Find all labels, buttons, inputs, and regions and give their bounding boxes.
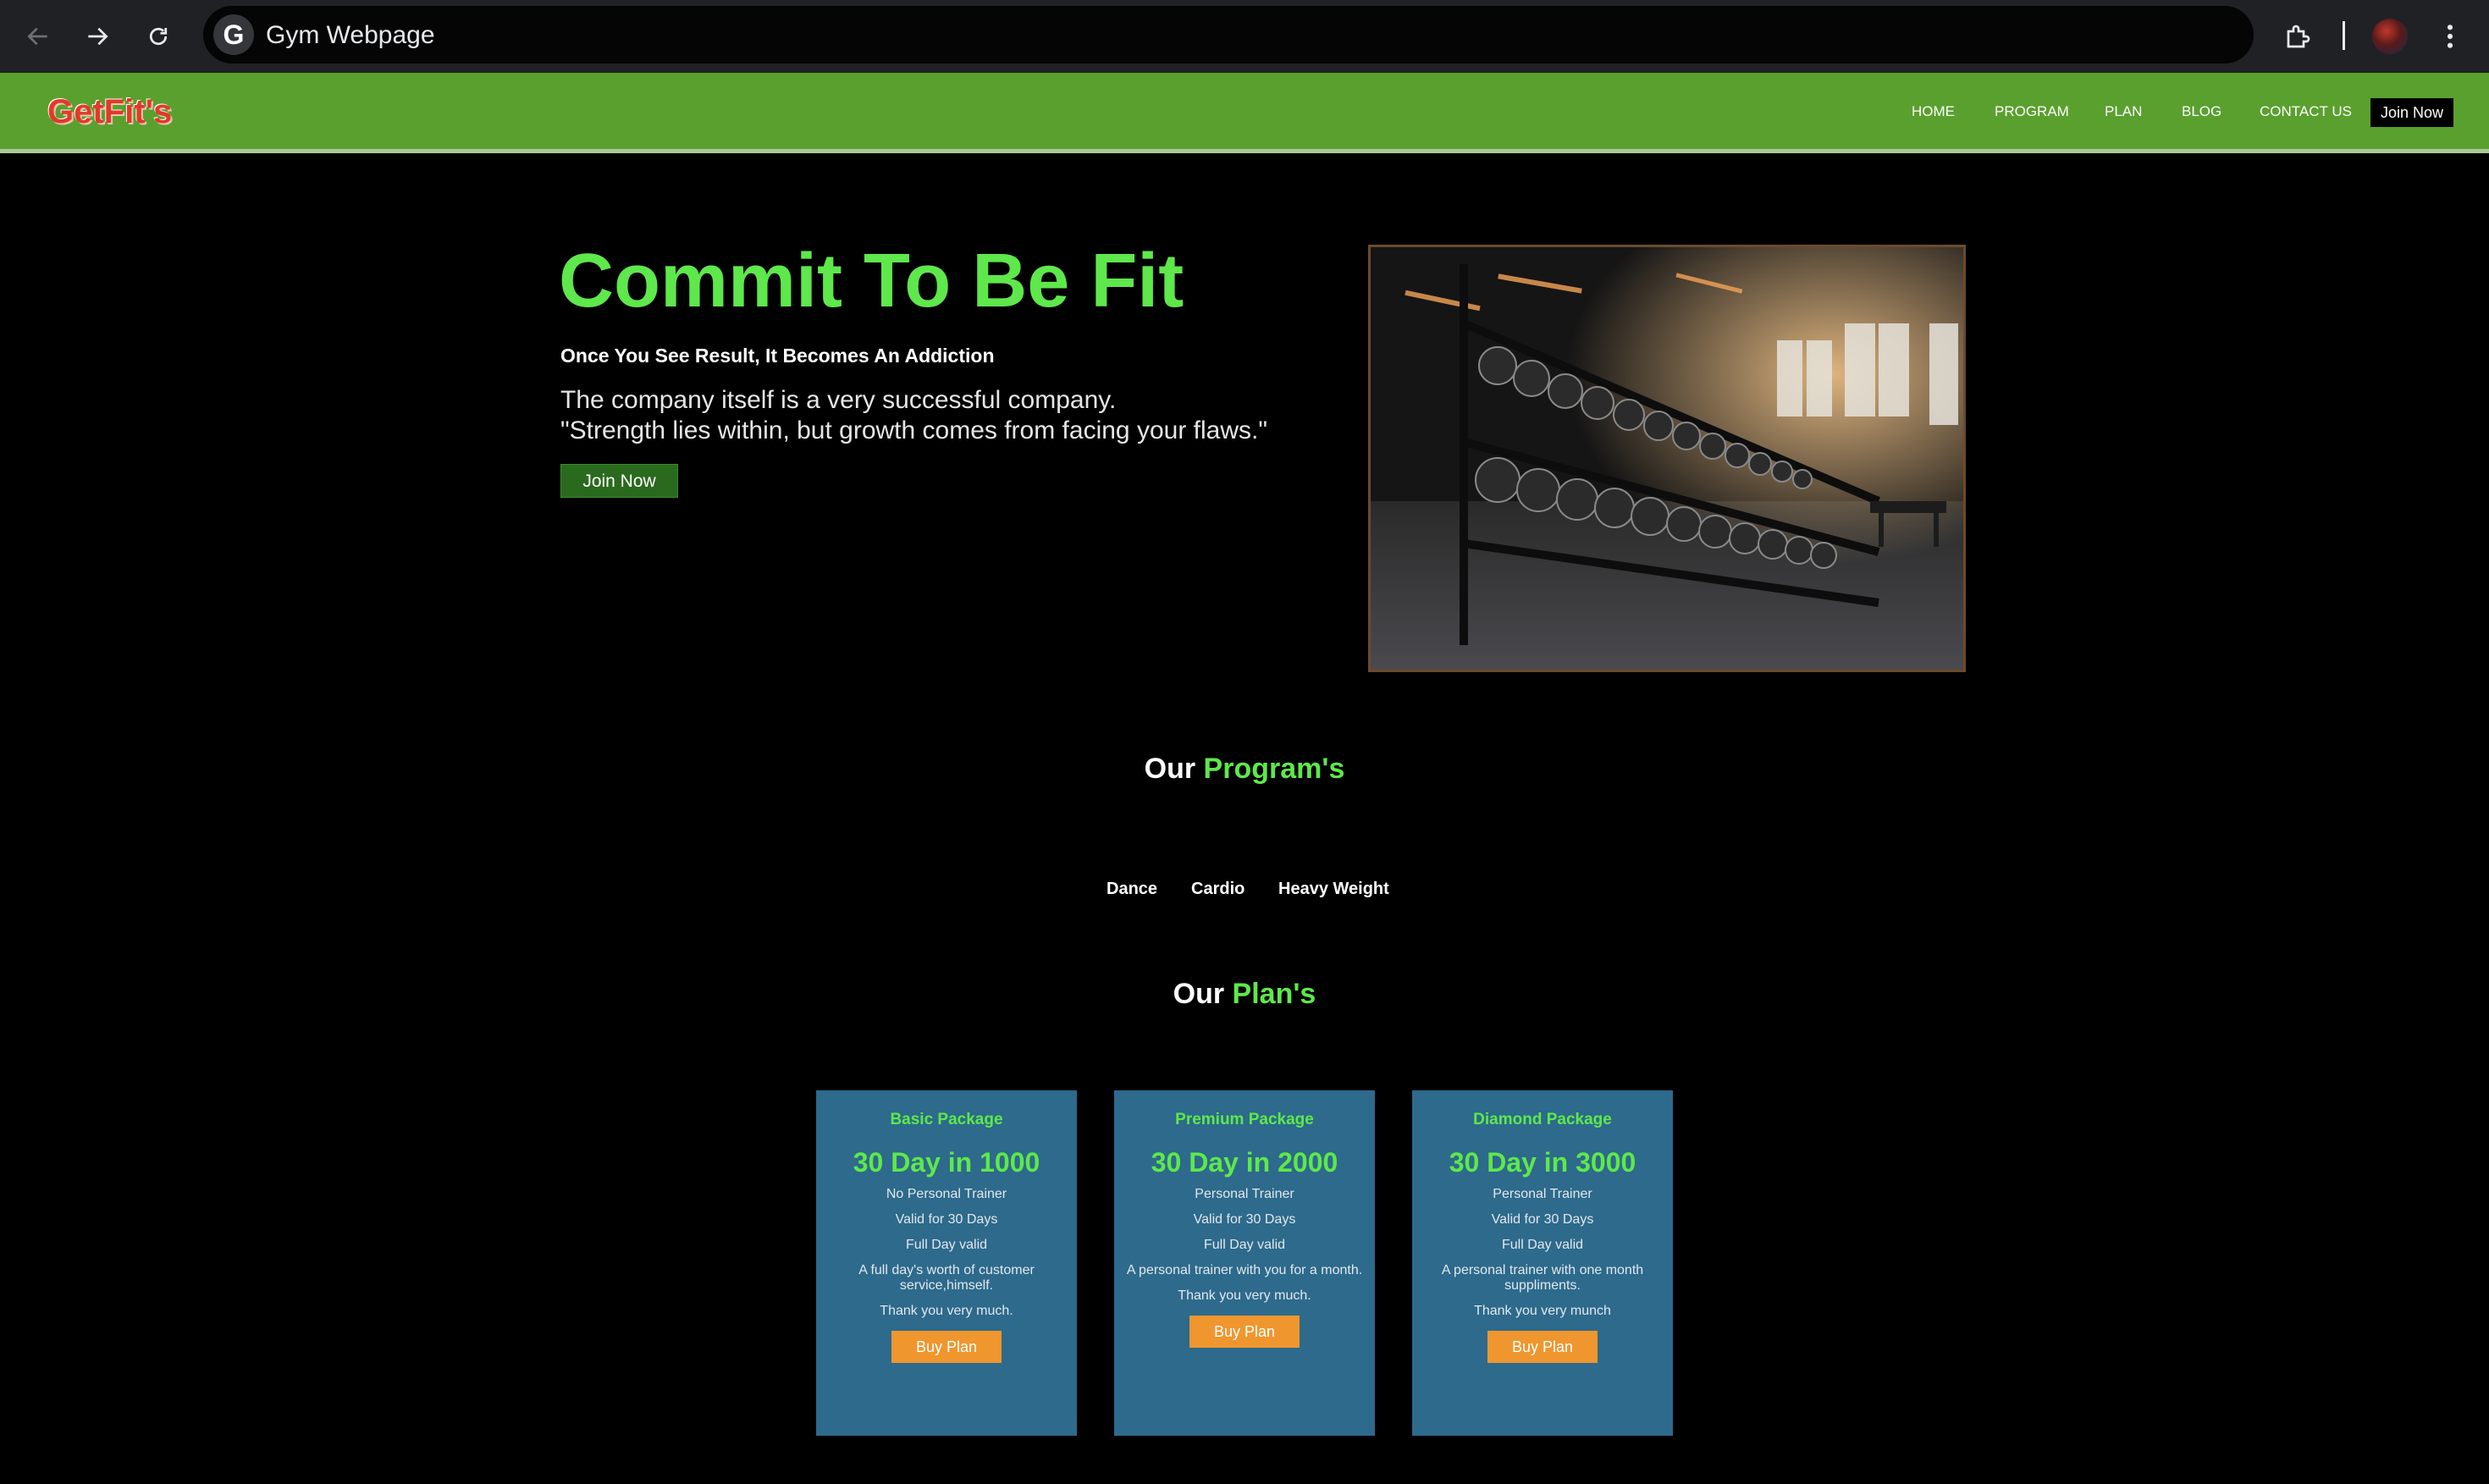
- reload-icon[interactable]: [137, 15, 179, 58]
- plan-name: Premium Package: [1175, 1111, 1314, 1128]
- plan-feature: Personal Trainer: [1493, 1187, 1592, 1201]
- hero-description: The company itself is a very successful …: [560, 385, 1267, 446]
- plan-card-premium: Premium Package 30 Day in 2000 Personal …: [1114, 1090, 1375, 1436]
- plan-price: 30 Day in 2000: [1151, 1147, 1338, 1178]
- google-icon: G: [213, 14, 254, 55]
- buy-plan-button[interactable]: Buy Plan: [1189, 1316, 1300, 1348]
- program-heavy-weight[interactable]: Heavy Weight: [1278, 879, 1389, 899]
- program-cardio[interactable]: Cardio: [1191, 879, 1244, 899]
- hero-description-line-1: The company itself is a very successful …: [560, 386, 1117, 414]
- hero-description-line-2: "Strength lies within, but growth comes …: [560, 417, 1267, 444]
- hero-title: Commit To Be Fit: [559, 239, 1184, 323]
- profile-avatar[interactable]: [2372, 19, 2408, 54]
- plan-feature: Full Day valid: [1501, 1238, 1584, 1252]
- plan-feature: No Personal Trainer: [886, 1187, 1007, 1201]
- programs-heading-highlight: Program's: [1203, 753, 1345, 785]
- plan-feature: Valid for 30 Days: [895, 1212, 998, 1227]
- extensions-icon[interactable]: [2277, 15, 2320, 58]
- plan-card-diamond: Diamond Package 30 Day in 3000 Personal …: [1412, 1090, 1673, 1436]
- program-dance[interactable]: Dance: [1107, 879, 1157, 899]
- address-bar[interactable]: G Gym Webpage: [203, 6, 2254, 63]
- nav-blog[interactable]: BLOG: [2182, 103, 2221, 120]
- plan-feature: Full Day valid: [905, 1238, 988, 1252]
- plan-feature: Valid for 30 Days: [1491, 1212, 1594, 1227]
- programs-heading: Our Program's: [0, 752, 2489, 786]
- hero-subtitle: Once You See Result, It Becomes An Addic…: [560, 345, 995, 367]
- plan-price: 30 Day in 1000: [853, 1147, 1040, 1178]
- plans-heading: Our Plan's: [0, 977, 2489, 1011]
- forward-arrow-icon[interactable]: [76, 15, 119, 58]
- plan-name: Diamond Package: [1473, 1111, 1612, 1128]
- nav-join-now-button[interactable]: Join Now: [2370, 98, 2453, 127]
- buy-plan-button[interactable]: Buy Plan: [891, 1331, 1002, 1363]
- buy-plan-button[interactable]: Buy Plan: [1487, 1331, 1598, 1363]
- plan-feature: Personal Trainer: [1195, 1187, 1294, 1201]
- nav-contact-us[interactable]: CONTACT US: [2260, 103, 2352, 120]
- plan-name: Basic Package: [890, 1111, 1003, 1128]
- programs-heading-prefix: Our: [1144, 753, 1196, 785]
- gym-dumbbell-rack-image: [1368, 245, 1966, 672]
- site-navbar: GetFit's HOME PROGRAM PLAN BLOG CONTACT …: [0, 73, 2489, 151]
- plan-feature: A full day's worth of customer service,h…: [858, 1263, 1035, 1293]
- nav-program[interactable]: PROGRAM: [1995, 103, 2069, 120]
- site-logo[interactable]: GetFit's: [47, 93, 172, 130]
- plan-feature: A personal trainer with you for a month.: [1126, 1263, 1363, 1277]
- back-arrow-icon[interactable]: [17, 15, 59, 58]
- address-bar-text[interactable]: Gym Webpage: [266, 21, 435, 50]
- gym-photo-illustration: [1371, 247, 1963, 670]
- navbar-divider: [0, 149, 2489, 153]
- plan-feature: Thank you very much.: [1178, 1288, 1311, 1303]
- plan-feature: Full Day valid: [1203, 1238, 1286, 1252]
- more-menu-icon[interactable]: [2431, 15, 2469, 58]
- plans-heading-highlight: Plan's: [1232, 978, 1316, 1010]
- browser-toolbar: G Gym Webpage: [0, 0, 2489, 73]
- plans-heading-prefix: Our: [1173, 978, 1225, 1010]
- hero-join-now-button[interactable]: Join Now: [560, 464, 678, 498]
- toolbar-divider: [2343, 21, 2345, 50]
- plan-price: 30 Day in 3000: [1449, 1147, 1636, 1178]
- plan-feature: Thank you very munch: [1474, 1304, 1611, 1318]
- plan-feature: Valid for 30 Days: [1193, 1212, 1296, 1227]
- plan-feature: A personal trainer with one month suppli…: [1441, 1263, 1644, 1293]
- nav-home[interactable]: HOME: [1912, 103, 1955, 120]
- plan-card-basic: Basic Package 30 Day in 1000 No Personal…: [816, 1090, 1077, 1436]
- plan-feature: Thank you very much.: [880, 1304, 1013, 1318]
- nav-plan[interactable]: PLAN: [2105, 103, 2142, 120]
